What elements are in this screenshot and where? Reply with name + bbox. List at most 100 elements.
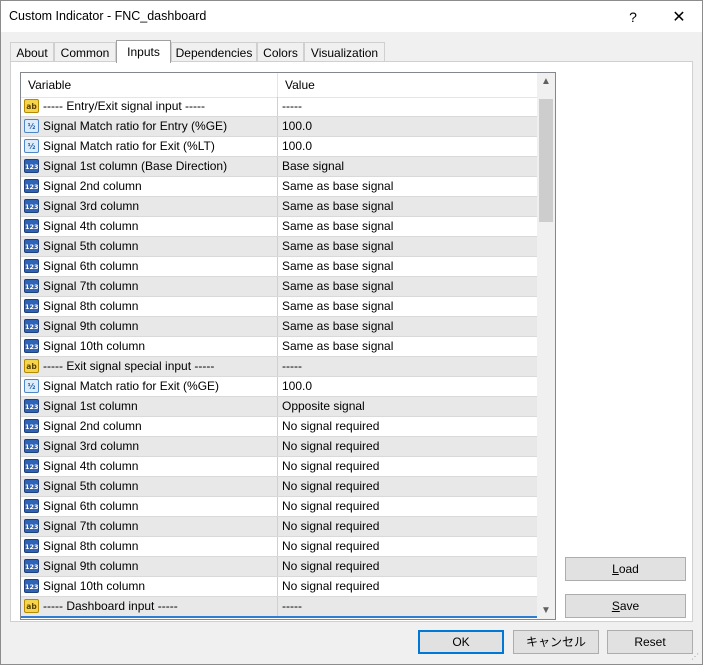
table-row[interactable]: 123 Signal 4th column No signal required	[21, 457, 537, 477]
value-cell[interactable]: Base signal	[282, 157, 344, 176]
table-row[interactable]: ½ Signal Match ratio for Entry (%GE) 100.0	[21, 117, 537, 137]
tab-common[interactable]: Common	[54, 42, 116, 62]
table-row[interactable]: 123 Signal 6th column No signal required	[21, 497, 537, 517]
value-cell[interactable]: Same as base signal	[282, 297, 393, 316]
value-cell[interactable]: -----	[282, 357, 302, 376]
table-row[interactable]: 123 Signal 10th column No signal required	[21, 577, 537, 597]
value-cell[interactable]: Same as base signal	[282, 257, 393, 276]
variable-cell[interactable]: ab ----- Exit signal special input -----	[21, 357, 278, 376]
value-cell[interactable]: Same as base signal	[282, 317, 393, 336]
table-row[interactable]: 123 Signal 5th column Same as base signal	[21, 237, 537, 257]
table-row[interactable]: 123 Signal 8th column No signal required	[21, 537, 537, 557]
variable-cell[interactable]: ½ Signal Match ratio for Exit (%LT)	[21, 137, 278, 156]
value-cell[interactable]: No signal required	[282, 497, 379, 516]
variable-cell[interactable]: 123 Signal 6th column	[21, 257, 278, 276]
value-cell[interactable]: Same as base signal	[282, 197, 393, 216]
value-cell[interactable]: No signal required	[282, 537, 379, 556]
value-cell[interactable]: No signal required	[282, 477, 379, 496]
value-cell[interactable]: Same as base signal	[282, 337, 393, 356]
table-row[interactable]: ½ Signal Match ratio for Exit (%GE) 100.0	[21, 377, 537, 397]
scroll-down-arrow-icon[interactable]: ▼	[537, 602, 555, 619]
table-row[interactable]: 123 Signal 9th column No signal required	[21, 557, 537, 577]
table-row[interactable]: ab ----- Entry/Exit signal input ----- ---…	[21, 97, 537, 117]
table-row[interactable]: 123 Signal 5th column No signal required	[21, 477, 537, 497]
load-accelerator: L	[612, 562, 619, 576]
value-cell[interactable]: -----	[282, 597, 302, 616]
help-button[interactable]: ?	[610, 1, 656, 32]
table-row[interactable]: 123 Signal 10th column Same as base signal	[21, 337, 537, 357]
variable-cell[interactable]: 123 Signal 1st column	[21, 397, 278, 416]
value-cell[interactable]: -----	[282, 97, 302, 116]
variable-cell[interactable]: 123 Signal 6th column	[21, 497, 278, 516]
variable-column-header[interactable]: Variable	[21, 73, 278, 97]
variable-cell[interactable]: 123 Signal 5th column	[21, 477, 278, 496]
table-row[interactable]: 123 Signal 7th column Same as base signal	[21, 277, 537, 297]
scroll-up-arrow-icon[interactable]: ▲	[537, 73, 555, 90]
close-button[interactable]: ✕	[656, 1, 702, 32]
table-row[interactable]: 123 Signal 1st column Opposite signal	[21, 397, 537, 417]
variable-cell[interactable]: 123 Signal 10th column	[21, 337, 278, 356]
variable-cell[interactable]: 123 Signal 7th column	[21, 517, 278, 536]
value-cell[interactable]: Opposite signal	[282, 397, 365, 416]
variable-cell[interactable]: 123 Signal 3rd column	[21, 437, 278, 456]
variable-cell[interactable]: 123 Signal 9th column	[21, 317, 278, 336]
ok-button[interactable]: OK	[418, 630, 504, 654]
table-row[interactable]: 123 Signal 2nd column Same as base signal	[21, 177, 537, 197]
value-cell[interactable]: No signal required	[282, 417, 379, 436]
value-cell[interactable]: 100.0	[282, 117, 312, 136]
variable-cell[interactable]: ab ----- Entry/Exit signal input -----	[21, 97, 278, 116]
tab-about[interactable]: About	[10, 42, 54, 62]
table-row[interactable]: ½ Signal Match ratio for Exit (%LT) 100.0	[21, 137, 537, 157]
value-cell[interactable]: 100.0	[282, 137, 312, 156]
table-row[interactable]: 123 Signal 3rd column No signal required	[21, 437, 537, 457]
tab-colors[interactable]: Colors	[257, 42, 304, 62]
variable-cell[interactable]: 123 Signal 2nd column	[21, 177, 278, 196]
variable-cell[interactable]: 123 Signal 4th column	[21, 457, 278, 476]
variable-cell[interactable]: ½ Signal Match ratio for Entry (%GE)	[21, 117, 278, 136]
table-row[interactable]: ab ----- Exit signal special input ----- -…	[21, 357, 537, 377]
value-cell[interactable]: No signal required	[282, 457, 379, 476]
variable-cell[interactable]: ab ----- Dashboard input -----	[21, 597, 278, 616]
save-button[interactable]: Save	[565, 594, 686, 618]
tab-inputs[interactable]: Inputs	[116, 40, 171, 63]
load-button[interactable]: Load	[565, 557, 686, 581]
table-row[interactable]: 123 Signal 4th column Same as base signal	[21, 217, 537, 237]
variable-cell[interactable]: 123 Signal 5th column	[21, 237, 278, 256]
value-cell[interactable]: Same as base signal	[282, 237, 393, 256]
table-row[interactable]: 123 Signal 3rd column Same as base signal	[21, 197, 537, 217]
value-column-header[interactable]: Value	[278, 73, 537, 97]
inputs-grid[interactable]: Variable Value ab ----- Entry/Exit signal…	[20, 72, 556, 620]
variable-cell[interactable]: ½ Signal Match ratio for Exit (%GE)	[21, 377, 278, 396]
variable-cell[interactable]: 123 Signal 10th column	[21, 577, 278, 596]
value-cell[interactable]: No signal required	[282, 437, 379, 456]
scrollbar-thumb[interactable]	[539, 99, 553, 222]
variable-cell[interactable]: 123 Signal 8th column	[21, 297, 278, 316]
value-cell[interactable]: 100.0	[282, 377, 312, 396]
variable-cell[interactable]: 123 Signal 1st column (Base Direction)	[21, 157, 278, 176]
value-cell[interactable]: No signal required	[282, 577, 379, 596]
vertical-scrollbar[interactable]: ▲ ▼	[537, 73, 555, 619]
table-row[interactable]: 123 Signal 8th column Same as base signal	[21, 297, 537, 317]
variable-cell[interactable]: 123 Signal 2nd column	[21, 417, 278, 436]
variable-cell[interactable]: 123 Signal 9th column	[21, 557, 278, 576]
tab-visualization[interactable]: Visualization	[304, 42, 385, 62]
value-cell[interactable]: No signal required	[282, 517, 379, 536]
reset-button[interactable]: Reset	[607, 630, 693, 654]
variable-cell[interactable]: 123 Signal 3rd column	[21, 197, 278, 216]
table-row[interactable]: 123 Signal 1st column (Base Direction) Bas…	[21, 157, 537, 177]
table-row[interactable]: 123 Signal 2nd column No signal required	[21, 417, 537, 437]
cancel-button[interactable]: キャンセル	[513, 630, 599, 654]
value-cell[interactable]: Same as base signal	[282, 277, 393, 296]
variable-cell[interactable]: 123 Signal 7th column	[21, 277, 278, 296]
value-cell[interactable]: No signal required	[282, 557, 379, 576]
value-cell[interactable]: Same as base signal	[282, 217, 393, 236]
tab-dependencies[interactable]: Dependencies	[171, 42, 257, 62]
variable-cell[interactable]: 123 Signal 8th column	[21, 537, 278, 556]
table-row[interactable]: ab ----- Dashboard input ----- -----	[21, 597, 537, 617]
value-cell[interactable]: Same as base signal	[282, 177, 393, 196]
resize-grip-icon[interactable]: ⋰	[691, 653, 699, 661]
table-row[interactable]: 123 Signal 7th column No signal required	[21, 517, 537, 537]
variable-cell[interactable]: 123 Signal 4th column	[21, 217, 278, 236]
table-row[interactable]: 123 Signal 9th column Same as base signal	[21, 317, 537, 337]
table-row[interactable]: 123 Signal 6th column Same as base signal	[21, 257, 537, 277]
